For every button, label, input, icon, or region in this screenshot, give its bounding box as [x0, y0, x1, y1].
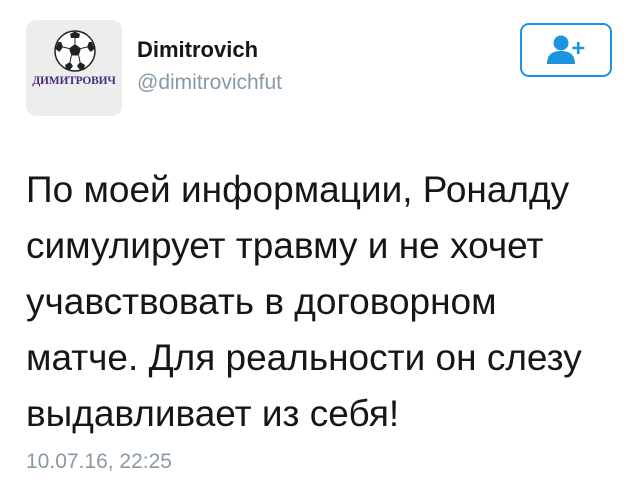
follow-button[interactable]	[520, 23, 612, 77]
add-user-icon	[547, 35, 585, 64]
tweet-timestamp[interactable]: 10.07.16, 22:25	[26, 449, 172, 475]
avatar-brand-text: ДИМИТРОВИЧ	[32, 75, 116, 87]
display-name[interactable]: Dimitrovich	[137, 36, 258, 64]
username-handle[interactable]: @dimitrovichfut	[137, 70, 282, 96]
soccer-ball-icon	[54, 30, 96, 72]
tweet-text: По моей информации, Роналду симулирует т…	[26, 169, 582, 434]
avatar[interactable]: ДИМИТРОВИЧ	[26, 20, 122, 116]
